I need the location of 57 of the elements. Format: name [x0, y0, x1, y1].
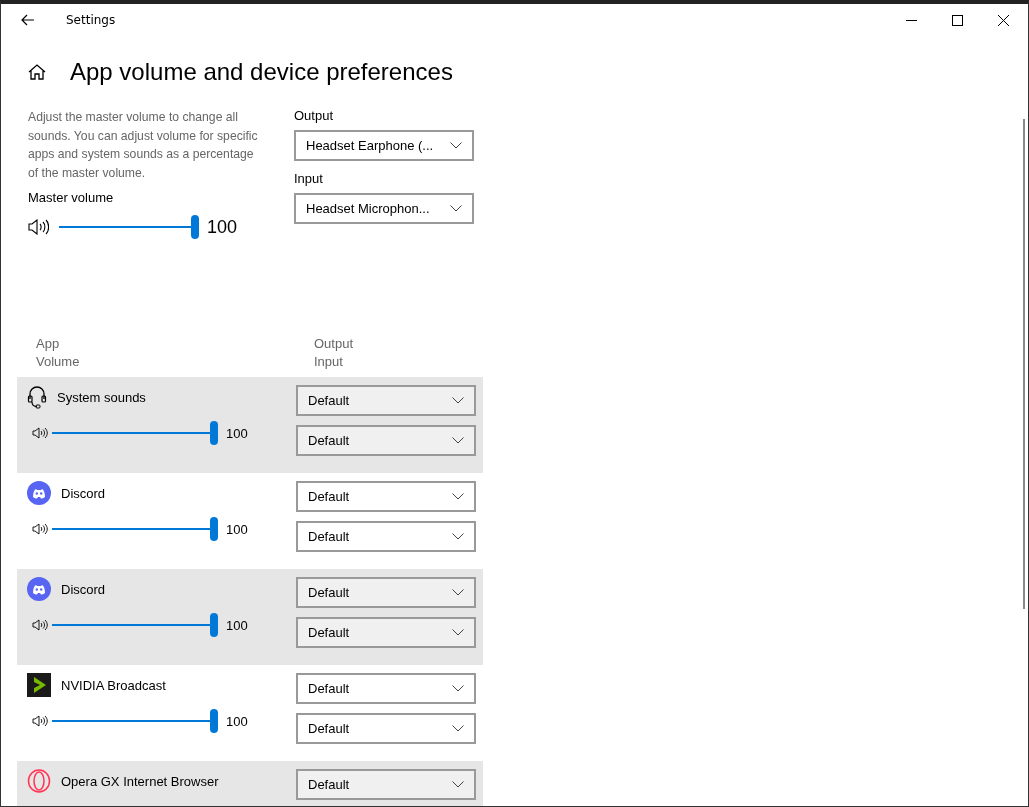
- output-dropdown[interactable]: Default: [296, 673, 476, 704]
- headset-icon: [27, 385, 47, 409]
- volume-value: 100: [226, 425, 248, 441]
- home-icon[interactable]: [28, 63, 46, 81]
- chevron-down-icon: [452, 629, 464, 636]
- volume-value: 100: [207, 216, 238, 238]
- back-arrow-icon[interactable]: [21, 14, 35, 26]
- game-controller-icon: [27, 481, 51, 505]
- game-controller-icon: [27, 577, 51, 601]
- input-dropdown[interactable]: Default: [296, 713, 476, 744]
- app-name: System sounds: [57, 389, 146, 405]
- window-title: Settings: [66, 13, 116, 27]
- app-name: Opera GX Internet Browser: [61, 773, 219, 789]
- app-name: Discord: [61, 581, 106, 597]
- chevron-down-icon: [452, 589, 464, 596]
- speaker-icon: [32, 715, 48, 727]
- chevron-down-icon: [452, 781, 464, 788]
- input-dropdown[interactable]: Default: [296, 617, 476, 648]
- speaker-icon: [28, 219, 49, 235]
- maximize-icon[interactable]: [952, 14, 963, 26]
- scrollbar[interactable]: [1023, 119, 1025, 609]
- app-name: NVIDIA Broadcast: [61, 677, 166, 693]
- speaker-icon: [32, 523, 48, 535]
- volume-value: 100: [226, 617, 248, 633]
- chevron-down-icon: [452, 437, 464, 444]
- app-name: Discord: [61, 485, 106, 501]
- description-text: Adjust the master volume to change all sounds. You can adjust volume for specific apps and system sounds as a percentage of the master volume.: [28, 109, 259, 182]
- device-dropdown[interactable]: Headset Earphone (...: [294, 130, 474, 161]
- column-header: App: [36, 335, 61, 353]
- chevron-down-icon: [452, 685, 464, 692]
- device-label: Input: [294, 171, 324, 186]
- volume-value: 100: [226, 713, 248, 729]
- chevron-down-icon: [452, 533, 464, 540]
- app-logo-icon: [27, 673, 51, 697]
- column-header: Volume: [36, 353, 81, 371]
- speaker-icon: [32, 619, 48, 631]
- input-dropdown[interactable]: Default: [296, 521, 476, 552]
- input-dropdown[interactable]: Default: [296, 425, 476, 456]
- device-dropdown[interactable]: Headset Microphon...: [294, 193, 474, 224]
- output-dropdown[interactable]: Default: [296, 481, 476, 512]
- output-dropdown[interactable]: Default: [296, 385, 476, 416]
- chevron-down-icon: [452, 493, 464, 500]
- output-dropdown[interactable]: Default: [296, 769, 476, 800]
- ring-logo-icon: [27, 769, 51, 793]
- master-volume-label: Master volume: [28, 190, 115, 205]
- chevron-down-icon: [450, 205, 462, 212]
- chevron-down-icon: [452, 725, 464, 732]
- chevron-down-icon: [450, 142, 462, 149]
- speaker-icon: [32, 427, 48, 439]
- page-title: App volume and device preferences: [70, 58, 453, 86]
- close-icon[interactable]: [998, 14, 1009, 26]
- volume-value: 100: [226, 521, 248, 537]
- column-header: Input: [314, 353, 344, 371]
- device-label: Output: [294, 108, 335, 123]
- output-dropdown[interactable]: Default: [296, 577, 476, 608]
- column-header: Output: [314, 335, 355, 353]
- chevron-down-icon: [452, 397, 464, 404]
